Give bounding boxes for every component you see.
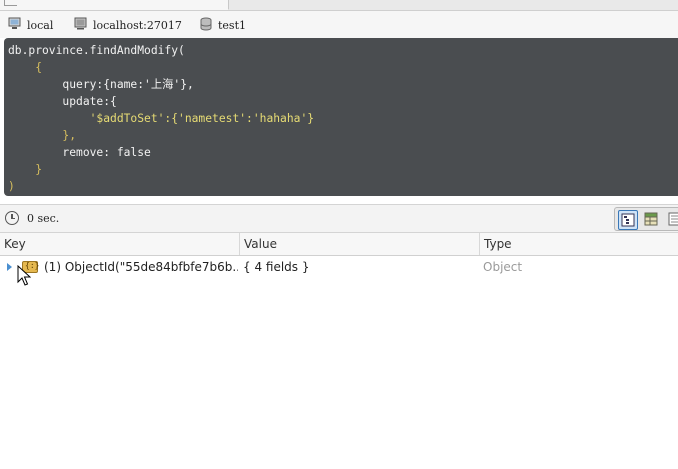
row-value: { 4 fields } bbox=[243, 260, 310, 274]
monitor-icon bbox=[74, 17, 87, 33]
expand-arrow-icon[interactable] bbox=[7, 263, 12, 271]
database-item[interactable]: test1 bbox=[200, 17, 246, 33]
clock-icon bbox=[5, 211, 19, 225]
tree-view-icon[interactable] bbox=[618, 210, 638, 230]
column-header-key[interactable]: Key bbox=[4, 233, 26, 255]
query-editor[interactable]: db.province.findAndModify( { query:{name… bbox=[4, 38, 678, 196]
status-bar: 0 sec. bbox=[0, 204, 678, 233]
row-key: (1) ObjectId("55de84bfbfe7b6b... bbox=[44, 260, 238, 274]
text-view-icon[interactable] bbox=[667, 210, 678, 228]
column-divider[interactable] bbox=[479, 233, 480, 255]
server-name: local bbox=[27, 18, 54, 32]
column-header-value[interactable]: Value bbox=[244, 233, 277, 255]
code-line-2: { bbox=[8, 61, 43, 74]
database-name: test1 bbox=[218, 18, 246, 32]
code-line-5: '$addToSet':{'nametest':'hahaha'} bbox=[8, 112, 315, 125]
row-type: Object bbox=[483, 260, 523, 274]
results-header: Key Value Type bbox=[0, 233, 678, 256]
table-row[interactable]: {:} (1) ObjectId("55de84bfbfe7b6b... { 4… bbox=[0, 256, 678, 278]
column-divider[interactable] bbox=[239, 233, 240, 255]
code-line-6: }, bbox=[8, 129, 77, 142]
column-header-type[interactable]: Type bbox=[484, 233, 512, 255]
view-mode-toolbar bbox=[614, 207, 678, 231]
computer-icon bbox=[8, 17, 21, 33]
code-line-9: ) bbox=[8, 180, 15, 193]
code-line-4: update:{ bbox=[8, 95, 117, 108]
tab-strip bbox=[0, 0, 678, 11]
query-tab[interactable] bbox=[0, 0, 229, 10]
connection-bar: local localhost:27017 test1 bbox=[0, 11, 678, 38]
database-icon bbox=[200, 17, 212, 34]
mouse-cursor-icon bbox=[17, 264, 32, 290]
server-item[interactable]: local bbox=[8, 17, 53, 33]
host-item[interactable]: localhost:27017 bbox=[74, 17, 182, 33]
editor-code: db.province.findAndModify( { query:{name… bbox=[4, 38, 678, 195]
code-line-1: db.province.findAndModify( bbox=[8, 44, 185, 57]
code-line-3: query:{name:'上海'}, bbox=[8, 78, 194, 91]
tab-edge bbox=[4, 0, 17, 6]
code-line-8: } bbox=[8, 163, 43, 176]
host-address: localhost:27017 bbox=[93, 18, 182, 32]
table-view-icon[interactable] bbox=[642, 210, 660, 228]
execution-time: 0 sec. bbox=[27, 212, 60, 225]
code-line-7: remove: false bbox=[8, 146, 151, 159]
